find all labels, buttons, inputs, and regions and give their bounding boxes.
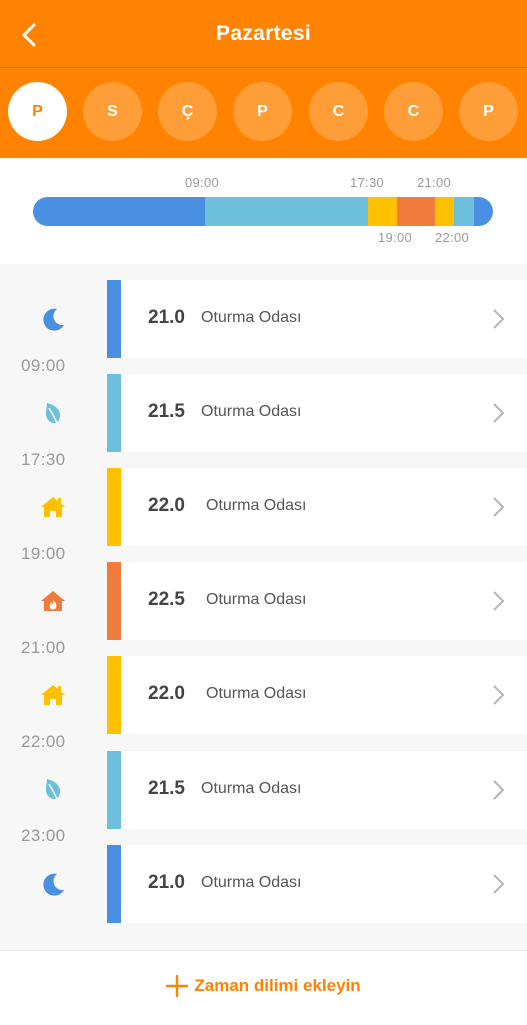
timeline-segment: [454, 197, 474, 226]
timeline-bar[interactable]: [33, 197, 493, 226]
day-monday[interactable]: P: [8, 82, 67, 141]
timeline-segment: [474, 197, 493, 226]
day-friday[interactable]: C: [309, 82, 368, 141]
row-temperature: 22.0: [148, 495, 185, 516]
row-color-stripe: [107, 845, 121, 923]
row-temperature: 21.0: [148, 872, 185, 893]
schedule-row[interactable]: 22.0 Oturma Odası: [107, 468, 527, 546]
row-time: 22:00: [21, 732, 66, 751]
moon-icon: [38, 304, 68, 334]
schedule-row[interactable]: 21.0 Oturma Odası: [107, 845, 527, 923]
schedule-row[interactable]: 21.5 Oturma Odası: [107, 374, 527, 452]
chevron-right-icon: [493, 874, 505, 894]
timeline-segment: [397, 197, 435, 226]
home-icon: [38, 680, 68, 710]
chevron-right-icon: [493, 685, 505, 705]
home-fire-icon: [38, 586, 68, 616]
schedule-list: 21.0 Oturma Odası 09:00 21.5 Oturma Odas…: [0, 264, 527, 950]
schedule-row[interactable]: 21.5 Oturma Odası: [107, 751, 527, 829]
row-color-stripe: [107, 751, 121, 829]
row-time: 09:00: [21, 356, 66, 375]
day-selector: P S Ç P C C P: [0, 82, 527, 142]
schedule-row[interactable]: 21.0 Oturma Odası: [107, 280, 527, 358]
timeline-label: 22:00: [435, 230, 470, 245]
row-room: Oturma Odası: [201, 780, 302, 797]
footer: Zaman dilimi ekleyin: [0, 950, 527, 1025]
add-time-slot-label: Zaman dilimi ekleyin: [194, 976, 361, 995]
row-color-stripe: [107, 468, 121, 546]
row-temperature: 21.0: [148, 307, 185, 328]
row-temperature: 21.5: [148, 778, 185, 799]
chevron-right-icon: [493, 591, 505, 611]
schedule-row[interactable]: 22.0 Oturma Odası: [107, 656, 527, 734]
row-color-stripe: [107, 280, 121, 358]
row-temperature: 22.5: [148, 589, 185, 610]
header: Pazartesi P S Ç P C C P: [0, 0, 527, 158]
row-time: 21:00: [21, 638, 66, 657]
day-wednesday[interactable]: Ç: [158, 82, 217, 141]
header-bar: Pazartesi: [0, 0, 527, 68]
timeline-label: 09:00: [185, 175, 220, 190]
chevron-right-icon: [493, 403, 505, 423]
timeline-segment: [33, 197, 205, 226]
chevron-right-icon: [493, 497, 505, 517]
row-room: Oturma Odası: [206, 591, 307, 608]
timeline-label: 19:00: [378, 230, 413, 245]
row-time: 19:00: [21, 544, 66, 563]
row-room: Oturma Odası: [201, 403, 302, 420]
row-room: Oturma Odası: [201, 874, 302, 891]
row-temperature: 22.0: [148, 683, 185, 704]
add-time-slot-button[interactable]: Zaman dilimi ekleyin: [0, 975, 527, 997]
row-time: 23:00: [21, 826, 66, 845]
row-time: 17:30: [21, 450, 66, 469]
day-thursday[interactable]: P: [233, 82, 292, 141]
timeline-label: 17:30: [350, 175, 385, 190]
timeline-panel: 09:00 17:30 21:00 19:00 22:00: [0, 158, 527, 265]
row-color-stripe: [107, 374, 121, 452]
row-color-stripe: [107, 562, 121, 640]
row-temperature: 21.5: [148, 401, 185, 422]
timeline-label: 21:00: [417, 175, 452, 190]
day-tuesday[interactable]: S: [83, 82, 142, 141]
row-room: Oturma Odası: [206, 685, 307, 702]
chevron-right-icon: [493, 780, 505, 800]
timeline-segment: [435, 197, 454, 226]
schedule-row[interactable]: 22.5 Oturma Odası: [107, 562, 527, 640]
page-title: Pazartesi: [216, 22, 311, 45]
leaf-icon: [38, 774, 68, 804]
row-room: Oturma Odası: [201, 309, 302, 326]
plus-icon: [166, 975, 189, 997]
timeline-segment: [205, 197, 368, 226]
row-room: Oturma Odası: [206, 497, 307, 514]
moon-icon: [38, 869, 68, 899]
chevron-right-icon: [493, 309, 505, 329]
home-icon: [38, 492, 68, 522]
row-color-stripe: [107, 656, 121, 734]
timeline-segment: [368, 197, 397, 226]
leaf-icon: [38, 398, 68, 428]
day-saturday[interactable]: C: [384, 82, 443, 141]
day-sunday[interactable]: P: [459, 82, 518, 141]
